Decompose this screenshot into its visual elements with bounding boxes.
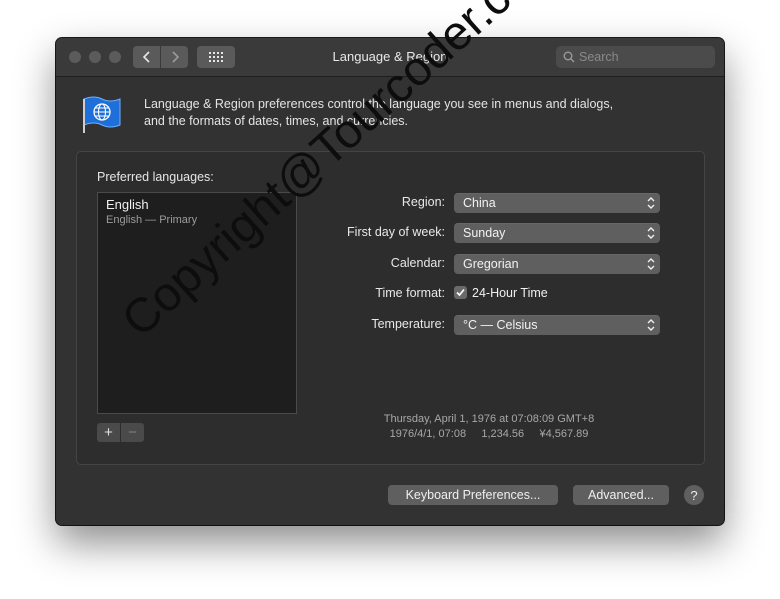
titlebar: Language & Region — [56, 38, 724, 77]
language-name: English — [106, 197, 149, 212]
settings-panel: Preferred languages: English English — P… — [76, 151, 705, 465]
keyboard-preferences-button[interactable]: Keyboard Preferences... — [388, 485, 558, 505]
add-remove-control: + − — [97, 423, 145, 442]
24-hour-label[interactable]: 24-Hour Time — [472, 286, 548, 300]
temperature-popup[interactable]: °C — Celsius — [454, 315, 660, 335]
flag-globe-icon — [80, 95, 124, 140]
header-description-line2: and the formats of dates, times, and cur… — [144, 114, 409, 128]
language-detail: English — Primary — [106, 214, 198, 226]
preferences-window: Language & Region Language & Region pref… — [56, 38, 724, 525]
search-input[interactable] — [579, 50, 699, 64]
header-description: Language & Region preferences control th… — [144, 96, 684, 130]
time-format-label: Time format: — [375, 286, 445, 300]
language-list[interactable]: English English — Primary — [97, 192, 297, 414]
region-popup[interactable]: China — [454, 193, 660, 213]
first-day-label: First day of week: — [347, 225, 445, 239]
region-value: China — [463, 196, 496, 210]
search-icon — [563, 51, 575, 63]
popup-arrows-icon — [647, 227, 655, 239]
region-label: Region: — [401, 195, 445, 209]
sample-date-line: Thursday, April 1, 1976 at 07:08:09 GMT+… — [383, 413, 595, 425]
add-language-button[interactable]: + — [97, 423, 120, 442]
popup-arrows-icon — [647, 258, 655, 270]
checkmark-icon — [456, 288, 465, 297]
calendar-value: Gregorian — [463, 257, 519, 271]
popup-arrows-icon — [647, 197, 655, 209]
header-description-line1: Language & Region preferences control th… — [144, 97, 614, 111]
search-field[interactable] — [556, 46, 715, 68]
advanced-button[interactable]: Advanced... — [573, 485, 669, 505]
popup-arrows-icon — [647, 319, 655, 331]
calendar-label: Calendar: — [390, 256, 445, 270]
temperature-label: Temperature: — [371, 317, 445, 331]
sample-format-line: 1976/4/1, 07:08 1,234.56 ¥4,567.89 — [389, 428, 589, 440]
calendar-popup[interactable]: Gregorian — [454, 254, 660, 274]
first-day-popup[interactable]: Sunday — [454, 223, 660, 243]
help-button[interactable]: ? — [684, 485, 704, 505]
temperature-value: °C — Celsius — [463, 318, 538, 332]
remove-language-button[interactable]: − — [121, 423, 144, 442]
first-day-value: Sunday — [463, 226, 506, 240]
preferred-languages-label: Preferred languages: — [97, 170, 214, 184]
24-hour-checkbox[interactable] — [454, 286, 467, 299]
